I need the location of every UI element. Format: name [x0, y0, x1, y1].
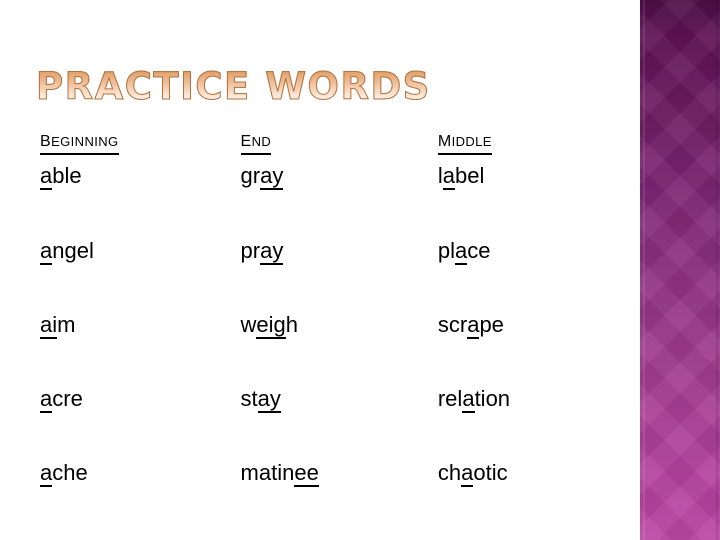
word-pray: pray [240, 238, 284, 265]
column-header-beginning: Beginning [0, 128, 201, 164]
word-acre: acre [40, 386, 83, 413]
word-cell-end: pray [201, 238, 398, 313]
word-cell-middle: label [398, 163, 640, 239]
word-weigh: weigh [240, 312, 299, 339]
column-header-middle-label: Middle [437, 128, 492, 155]
word-angel: angel [40, 238, 94, 265]
table-row: angel pray place [0, 238, 640, 313]
word-cell-end: gray [201, 163, 398, 239]
word-scrape: scrape [437, 312, 504, 339]
table-header-row: Beginning End Middle [0, 128, 640, 164]
decorative-side-band [640, 0, 720, 540]
word-cell-middle: relation [398, 386, 640, 461]
word-gray: gray [240, 163, 284, 190]
band-seam-right [716, 0, 718, 540]
table-header: Beginning End Middle [0, 128, 640, 164]
word-label: label [437, 163, 485, 190]
band-seam-left [643, 0, 645, 540]
word-cell-end: stay [201, 386, 398, 461]
word-place: place [437, 238, 491, 265]
word-cell-end: weigh [201, 312, 398, 387]
word-cell-beginning: aim [0, 312, 201, 387]
column-header-end: End [201, 128, 398, 164]
column-header-beginning-label: Beginning [40, 128, 119, 155]
page-title: PRACTICE WORDS [36, 65, 431, 108]
table-row: acre stay relation [0, 386, 640, 461]
word-cell-end: matinee [201, 460, 398, 535]
table-row: ache matinee chaotic [0, 460, 640, 535]
column-header-middle: Middle [398, 128, 640, 164]
word-cell-beginning: ache [0, 460, 201, 535]
word-cell-middle: chaotic [398, 460, 640, 535]
slide-canvas: PRACTICE WORDS Beginning End Middle [0, 0, 720, 540]
word-cell-middle: place [398, 238, 640, 313]
word-aim: aim [40, 312, 76, 339]
practice-words-table: Beginning End Middle able gray labe [0, 128, 640, 535]
band-diamond-texture [640, 0, 720, 540]
column-header-end-label: End [240, 128, 272, 155]
word-chaotic: chaotic [437, 460, 508, 487]
table-body: able gray label angel pray place aim wei… [0, 163, 640, 535]
word-ache: ache [40, 460, 88, 487]
table-row: able gray label [0, 163, 640, 239]
word-relation: relation [437, 386, 511, 413]
word-cell-beginning: able [0, 163, 201, 239]
word-cell-beginning: angel [0, 238, 201, 313]
table-row: aim weigh scrape [0, 312, 640, 387]
word-able: able [40, 163, 82, 190]
word-cell-middle: scrape [398, 312, 640, 387]
word-matinee: matinee [240, 460, 319, 487]
word-cell-beginning: acre [0, 386, 201, 461]
word-stay: stay [240, 386, 281, 413]
